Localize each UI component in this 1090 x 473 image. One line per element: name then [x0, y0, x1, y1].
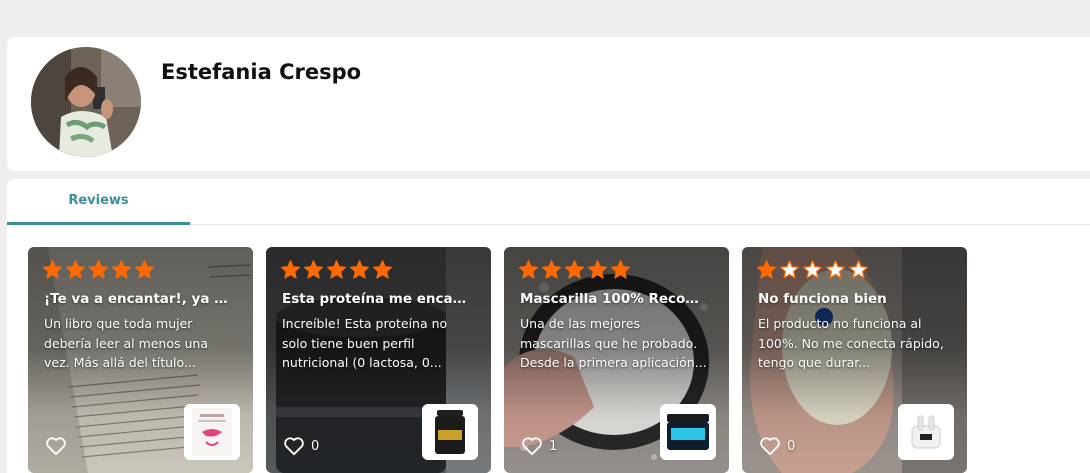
star-empty-icon [848, 260, 869, 279]
like-button[interactable]: 1 [521, 435, 557, 457]
like-count: 1 [549, 438, 558, 454]
star-rating [280, 259, 393, 281]
review-title: No funciona bien [758, 291, 887, 307]
product-thumbnail[interactable] [184, 404, 240, 460]
star-filled-icon [303, 260, 324, 279]
profile-card: Estefania Crespo [7, 37, 1090, 171]
star-empty-icon [779, 260, 800, 279]
star-empty-icon [825, 260, 846, 279]
like-button[interactable]: 0 [283, 435, 319, 457]
star-rating [42, 259, 155, 281]
reviews-section: Reviews ¡Te va a encantar!, ya me lo dir… [7, 179, 1090, 473]
star-filled-icon [372, 260, 393, 279]
review-title: ¡Te va a encantar!, ya me lo dirás [44, 291, 234, 307]
hair-mask-jar-icon [667, 414, 709, 450]
star-empty-icon [802, 260, 823, 279]
heart-icon [760, 437, 780, 456]
review-card[interactable]: No funciona bien El producto no funciona… [742, 247, 967, 473]
like-count: 0 [787, 438, 796, 454]
review-card[interactable]: ¡Te va a encantar!, ya me lo dirás Un li… [28, 247, 253, 473]
star-filled-icon [42, 260, 63, 279]
heart-icon [284, 437, 304, 456]
star-filled-icon [134, 260, 155, 279]
review-card[interactable]: Esta proteína me encanta Increíble! Esta… [266, 247, 491, 473]
review-card[interactable]: Mascarilla 100% Recomendable Una de las … [504, 247, 729, 473]
star-filled-icon [88, 260, 109, 279]
review-title: Mascarilla 100% Recomendable [520, 291, 710, 307]
star-filled-icon [610, 260, 631, 279]
star-filled-icon [564, 260, 585, 279]
star-filled-icon [326, 260, 347, 279]
review-text: El producto no funciona al 100%. No me c… [758, 316, 944, 370]
star-filled-icon [587, 260, 608, 279]
star-filled-icon [756, 260, 777, 279]
star-filled-icon [280, 260, 301, 279]
like-button[interactable]: 0 [759, 435, 795, 457]
product-thumbnail[interactable] [660, 404, 716, 460]
tab-reviews[interactable]: Reviews [7, 179, 190, 225]
product-thumbnail[interactable] [898, 404, 954, 460]
review-text: Un libro que toda mujer debería leer al … [44, 316, 208, 370]
star-filled-icon [349, 260, 370, 279]
heart-icon [522, 437, 542, 456]
like-button[interactable] [45, 435, 73, 457]
star-filled-icon [518, 260, 539, 279]
avatar[interactable] [31, 47, 141, 157]
tab-bar: Reviews [7, 179, 1090, 225]
product-thumbnail[interactable] [422, 404, 478, 460]
star-rating [518, 259, 631, 281]
like-count: 0 [311, 438, 320, 454]
star-filled-icon [541, 260, 562, 279]
profile-name: Estefania Crespo [161, 60, 362, 84]
protein-tub-icon [435, 410, 465, 454]
review-title: Esta proteína me encanta [282, 291, 472, 307]
book-cover-icon [192, 408, 232, 456]
earbuds-case-icon [911, 415, 941, 449]
star-filled-icon [65, 260, 86, 279]
star-rating [756, 259, 869, 281]
review-text: Una de las mejores mascarillas que he pr… [520, 316, 707, 370]
review-text: Increíble! Esta proteína no solo tiene b… [282, 316, 448, 370]
heart-icon [46, 437, 66, 456]
star-filled-icon [111, 260, 132, 279]
